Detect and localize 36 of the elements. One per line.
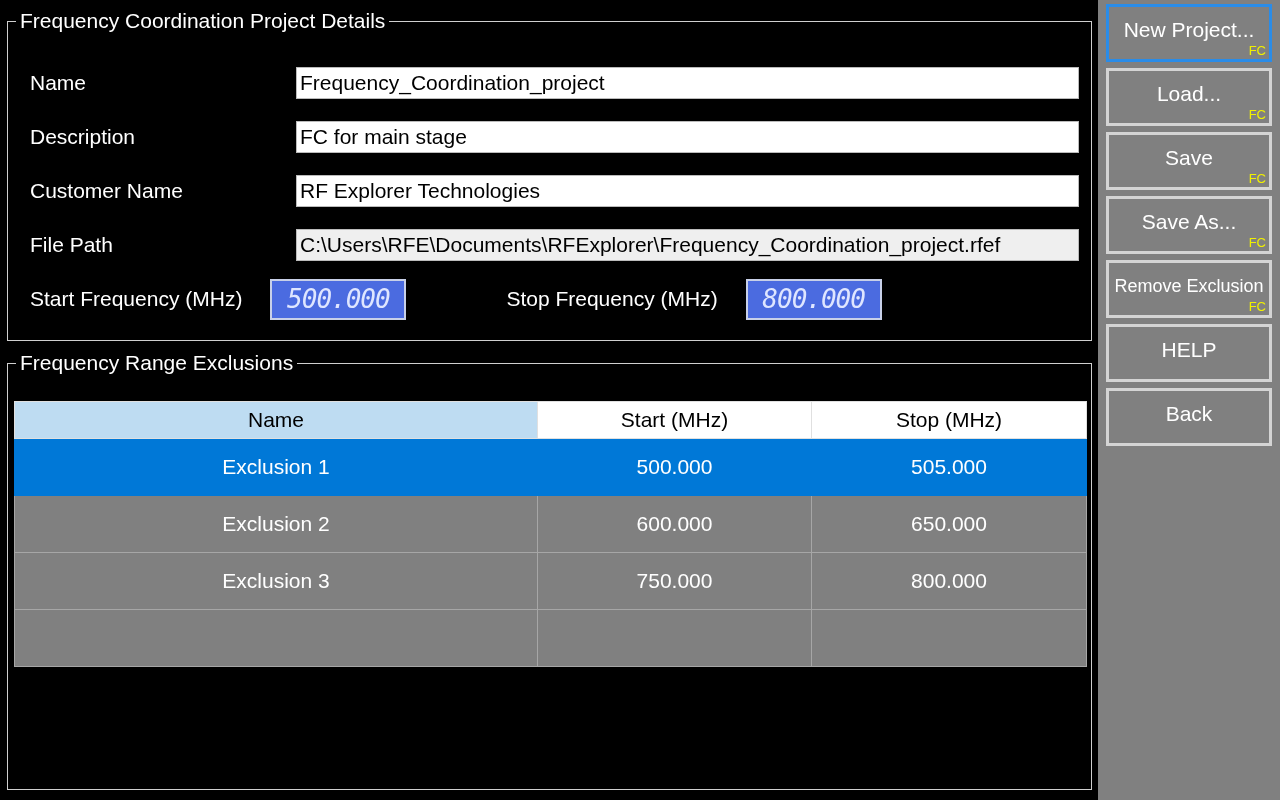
sidebar-button[interactable]: Remove Exclusion FC [1106,260,1272,318]
field-label: Description [30,125,137,149]
table-cell[interactable]: 505.000 [811,438,1087,496]
sidebar-button[interactable]: HELP [1106,324,1272,382]
column-header[interactable]: Name [14,401,538,439]
sidebar-button[interactable]: Save As... FC [1106,196,1272,254]
input-field[interactable]: Frequency_Coordination_project [296,67,1079,99]
sidebar-button[interactable]: Load... FC [1106,68,1272,126]
sidebar-button[interactable]: Back [1106,388,1272,446]
table-cell[interactable]: Exclusion 2 [14,495,538,553]
field-label: Customer Name [30,179,184,203]
table-cell[interactable]: 650.000 [811,495,1087,553]
input-field[interactable]: RF Explorer Technologies [296,175,1079,207]
field-label: File Path [30,233,114,257]
column-header[interactable]: Start (MHz) [537,401,812,439]
column-header[interactable]: Stop (MHz) [811,401,1087,439]
table-cell[interactable]: Exclusion 1 [14,438,538,496]
badge-label: FC [1248,300,1266,314]
field-label: Start Frequency (MHz) [30,287,243,311]
frequency-display[interactable]: 500.000 [270,278,407,320]
badge-label: FC [1248,236,1266,250]
table-cell[interactable]: 800.000 [811,552,1087,610]
readonly-field[interactable]: C:\Users\RFE\Documents\RFExplorer\Frequency_Coordination_project.rfef [296,229,1079,261]
badge-label: FC [1248,108,1266,122]
sidebar-button[interactable]: New Project... FC [1106,4,1272,62]
frequency-display[interactable]: 800.000 [745,278,882,320]
sidebar-button[interactable]: Save FC [1106,132,1272,190]
table-cell[interactable]: 600.000 [537,495,812,553]
table-cell[interactable]: Exclusion 3 [14,552,538,610]
badge-label: FC [1248,44,1266,58]
field-label: Stop Frequency (MHz) [506,287,718,311]
badge-label: FC [1248,172,1266,186]
input-field[interactable]: FC for main stage [296,121,1079,153]
table-cell[interactable]: 500.000 [537,438,812,496]
field-label: Name [30,71,88,95]
table-cell[interactable]: 750.000 [537,552,812,610]
